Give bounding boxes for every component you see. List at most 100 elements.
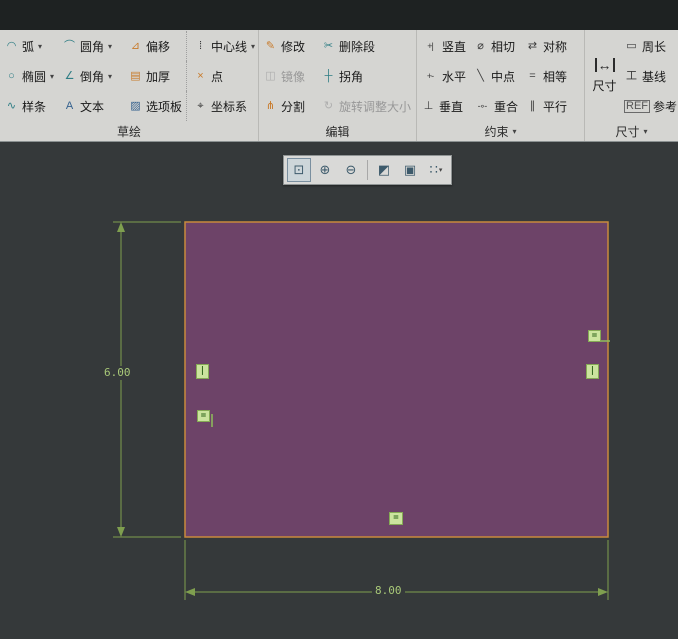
grid-display-button[interactable]: ∷ ▾ (424, 158, 448, 182)
midpoint-constraint-label: 中点 (491, 69, 516, 84)
display-style-button[interactable]: ◩ (372, 158, 396, 182)
corner-button[interactable]: ┼ 拐角 (319, 61, 415, 91)
dimension-button[interactable]: ↔ 尺寸 (587, 31, 622, 121)
palette-label: 选项板 (146, 99, 183, 114)
fillet-button[interactable]: ⌒ 圆角 ▾ (60, 31, 126, 61)
divide-icon: ⋔ (265, 99, 276, 112)
reference-label: 参考 (653, 99, 678, 114)
thicken-button[interactable]: ▤ 加厚 (126, 61, 186, 91)
sketch-canvas[interactable]: ⊡ ⊕ ⊖ ◩ ▣ ∷ ▾ 6.00 8.00 | = = | = (0, 142, 678, 639)
baseline-button[interactable]: 工 基线 (622, 61, 678, 91)
centerline-button[interactable]: ⁞ 中心线 ▾ (186, 31, 258, 61)
text-button[interactable]: A 文本 (60, 91, 126, 121)
chevron-down-icon[interactable]: ▾ (38, 42, 42, 51)
constraint-marker-equal-left[interactable]: = (197, 410, 210, 422)
perimeter-button[interactable]: ▭ 周长 (622, 31, 678, 61)
fillet-icon: ⌒ (64, 39, 75, 52)
symmetric-constraint-label: 对称 (543, 39, 568, 54)
constraint-marker-vertical-left[interactable]: | (196, 364, 209, 379)
zoom-in-icon: ⊕ (319, 162, 331, 177)
constraint-marker-equal-bottom[interactable]: = (389, 512, 403, 525)
tangent-constraint-button[interactable]: ⌀ 相切 (471, 31, 523, 61)
chamfer-icon: ∠ (64, 69, 75, 82)
baseline-label: 基线 (642, 69, 667, 84)
arc-icon: ◠ (6, 39, 17, 52)
constraint-marker-vertical-right[interactable]: | (586, 364, 599, 379)
spline-icon: ∿ (6, 99, 17, 112)
equal-constraint-icon: = (529, 69, 536, 82)
text-icon: A (65, 99, 74, 112)
modify-button[interactable]: ✎ 修改 (261, 31, 319, 61)
fillet-label: 圆角 (80, 39, 105, 54)
group-label-edit-text: 编辑 (325, 124, 350, 139)
parallel-constraint-label: 平行 (543, 99, 568, 114)
offset-button[interactable]: ⊿ 偏移 (126, 31, 186, 61)
palette-icon: ▨ (130, 99, 141, 112)
zoom-out-icon: ⊖ (345, 162, 357, 177)
sketch-rectangle[interactable] (184, 221, 609, 538)
chevron-down-icon[interactable]: ▾ (50, 72, 54, 81)
group-label-dimension[interactable]: 尺寸 ▾ (585, 121, 678, 141)
horizontal-constraint-icon: +- (426, 70, 434, 81)
coincident-constraint-icon: -∘- (477, 100, 488, 111)
chevron-down-icon: ▾ (438, 167, 443, 174)
text-label: 文本 (80, 99, 105, 114)
perpendicular-constraint-icon: ⊥ (423, 99, 434, 112)
group-label-edit[interactable]: 编辑 (259, 121, 416, 141)
box-zoom-button[interactable]: ⊡ (287, 158, 311, 182)
rotate-resize-button: ↻ 旋转调整大小 (319, 91, 415, 121)
equal-constraint-button[interactable]: = 相等 (523, 61, 581, 91)
ellipse-button[interactable]: ○ 椭圆 ▾ (2, 61, 60, 91)
mirror-icon: ◫ (265, 69, 276, 82)
zoom-in-button[interactable]: ⊕ (313, 158, 337, 182)
constraint-marker-equal-right[interactable]: = (588, 330, 601, 342)
spline-button[interactable]: ∿ 样条 (2, 91, 60, 121)
perimeter-icon: ▭ (626, 39, 637, 52)
view-toolbar: ⊡ ⊕ ⊖ ◩ ▣ ∷ ▾ (283, 155, 452, 185)
vertical-constraint-button[interactable]: +| 竖直 (419, 31, 471, 61)
point-button[interactable]: × 点 (186, 61, 258, 91)
display-style-2-button[interactable]: ▣ (398, 158, 422, 182)
zoom-out-button[interactable]: ⊖ (339, 158, 363, 182)
group-label-sketch[interactable]: 草绘 (0, 121, 258, 141)
group-label-sketch-text: 草绘 (116, 124, 141, 139)
parallel-constraint-button[interactable]: ∥ 平行 (523, 91, 581, 121)
height-dimension-value[interactable]: 6.00 (101, 366, 134, 380)
chevron-down-icon: ▾ (512, 126, 517, 136)
arrow-up-icon (117, 222, 125, 232)
reference-icon: REF (624, 99, 650, 113)
modify-icon: ✎ (265, 39, 276, 52)
thicken-icon: ▤ (130, 69, 141, 82)
perpendicular-constraint-button[interactable]: ⊥ 垂直 (419, 91, 471, 121)
width-dimension-value[interactable]: 8.00 (372, 584, 405, 598)
box-zoom-icon: ⊡ (293, 162, 305, 177)
chevron-down-icon[interactable]: ▾ (251, 42, 255, 51)
chevron-down-icon[interactable]: ▾ (108, 42, 112, 51)
symmetric-constraint-button[interactable]: ⇄ 对称 (523, 31, 581, 61)
coordinate-system-button[interactable]: ⌖ 坐标系 (186, 91, 258, 121)
offset-label: 偏移 (146, 39, 171, 54)
horizontal-constraint-button[interactable]: +- 水平 (419, 61, 471, 91)
corner-label: 拐角 (339, 69, 364, 84)
arc-button[interactable]: ◠ 弧 ▾ (2, 31, 60, 61)
divide-button[interactable]: ⋔ 分割 (261, 91, 319, 121)
rotate-resize-icon: ↻ (323, 99, 334, 112)
baseline-icon: 工 (626, 69, 637, 82)
ribbon-group-constrain: +| 竖直 ⌀ 相切 ⇄ 对称 +- 水平 ╲ 中点 = 相等 ⊥ 垂直 -∘-… (416, 30, 584, 141)
perimeter-label: 周长 (642, 39, 667, 54)
equal-constraint-label: 相等 (543, 69, 568, 84)
window-top-strip (0, 0, 678, 30)
vertical-constraint-icon: +| (427, 40, 434, 51)
chevron-down-icon[interactable]: ▾ (108, 72, 112, 81)
reference-button[interactable]: REF 参考 (622, 91, 678, 121)
midpoint-constraint-button[interactable]: ╲ 中点 (471, 61, 523, 91)
rotate-resize-label: 旋转调整大小 (339, 99, 412, 114)
group-label-constrain[interactable]: 约束 ▾ (417, 121, 584, 141)
point-label: 点 (211, 69, 224, 84)
palette-button[interactable]: ▨ 选项板 (126, 91, 186, 121)
delete-segment-button[interactable]: ✂ 删除段 (319, 31, 415, 61)
arrow-right-icon (598, 588, 608, 596)
coincident-constraint-button[interactable]: -∘- 重合 (471, 91, 523, 121)
chamfer-button[interactable]: ∠ 倒角 ▾ (60, 61, 126, 91)
coordinate-system-label: 坐标系 (211, 99, 248, 114)
